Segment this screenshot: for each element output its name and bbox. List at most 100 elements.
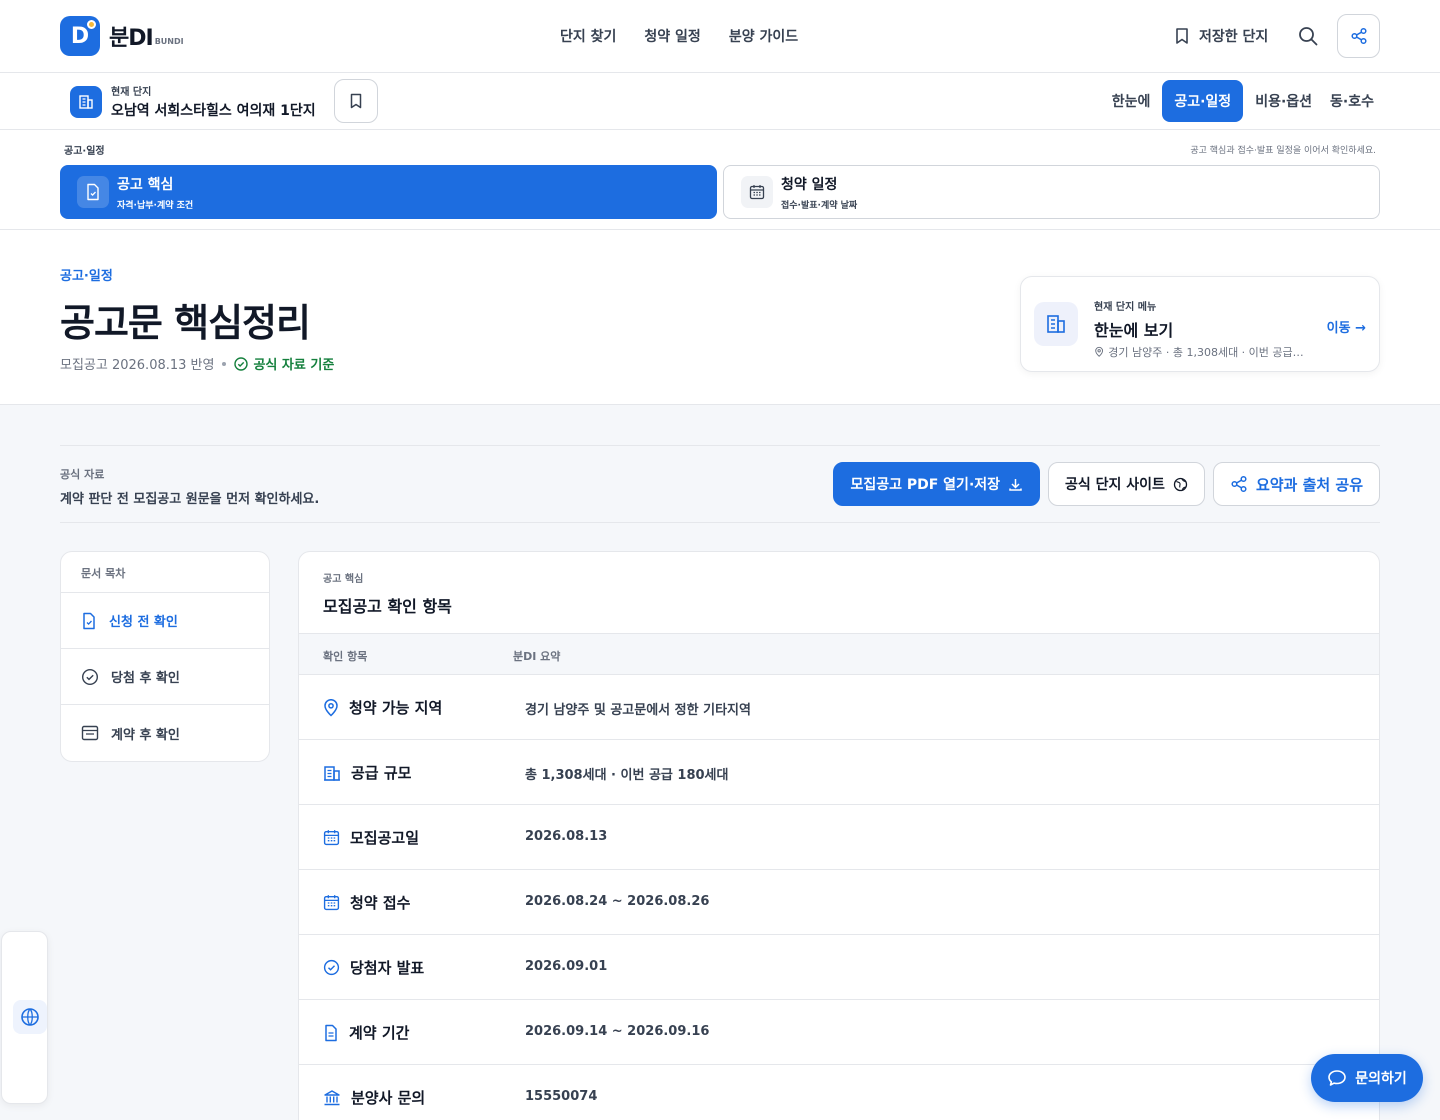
location-pin-icon	[324, 698, 338, 717]
document-icon	[83, 612, 95, 629]
tab-schedule[interactable]: 청약 일정 접수·발표·계약 날짜	[723, 165, 1380, 219]
panel-label: 공고 핵심	[323, 574, 364, 585]
logo-letter: D	[70, 23, 90, 49]
bookmark-icon	[350, 93, 362, 109]
column-header-summary: 분DI 요약	[513, 650, 561, 663]
toc-item-label: 계약 후 확인	[111, 727, 180, 743]
page-meta: 모집공고 2026.08.13 반영 공식 자료 기준	[60, 354, 334, 373]
tab-title: 청약 일정	[781, 176, 838, 193]
subnav-overview[interactable]: 한눈에	[1106, 80, 1157, 122]
share-icon	[1350, 27, 1367, 45]
current-complex[interactable]: 현재 단지 오남역 서희스타힐스 여의재 1단지	[70, 83, 316, 120]
logo-mark: D	[60, 16, 100, 56]
top-bar: D 분DI BUNDI 단지 찾기 청약 일정 분양 가이드 저장한 단지	[0, 0, 1440, 73]
toc-item-after-contract[interactable]: 계약 후 확인	[61, 705, 269, 761]
nav-guide[interactable]: 분양 가이드	[729, 26, 798, 46]
menu-card-location: 경기 남양주 · 총 1,308세대 · 이번 공급 180세대	[1094, 344, 1304, 360]
open-pdf-button[interactable]: 모집공고 PDF 열기·저장	[833, 462, 1041, 506]
row-value: 2026.08.24 ~ 2026.08.26	[525, 894, 710, 909]
share-icon	[1231, 475, 1247, 493]
bookmark-complex-button[interactable]	[334, 79, 378, 123]
check-circle-icon	[323, 959, 340, 976]
document-icon	[325, 1024, 337, 1041]
section-hint: 공고 핵심과 접수·발표 일정을 이어서 확인하세요.	[1190, 146, 1376, 156]
building-icon	[70, 85, 102, 118]
language-button[interactable]	[13, 1000, 47, 1034]
search-button[interactable]	[1296, 24, 1320, 48]
toc-item-before-apply[interactable]: 신청 전 확인	[61, 593, 269, 649]
top-nav: 단지 찾기 청약 일정 분양 가이드	[560, 26, 798, 46]
saved-label: 저장한 단지	[1199, 29, 1269, 45]
table-row: 분양사 문의 15550074	[299, 1065, 1379, 1120]
complex-subnav: 한눈에 공고·일정 비용·옵션 동·호수	[1106, 80, 1380, 122]
official-site-label: 공식 단지 사이트	[1065, 477, 1165, 493]
current-complex-menu-card[interactable]: 현재 단지 메뉴 한눈에 보기 경기 남양주 · 총 1,308세대 · 이번 …	[1020, 276, 1380, 372]
saved-complexes-link[interactable]: 저장한 단지	[1174, 26, 1268, 46]
location-pin-icon	[1095, 346, 1104, 357]
current-complex-name: 오남역 서희스타힐스 여의재 1단지	[111, 103, 316, 119]
tab-subtitle: 자격·납부·계약 조건	[117, 200, 194, 211]
tab-title: 공고 핵심	[117, 176, 174, 193]
row-key: 청약 가능 지역	[349, 699, 443, 717]
logo-sub: BUNDI	[154, 36, 184, 46]
row-value: 15550074	[525, 1089, 598, 1104]
subnav-cost-options[interactable]: 비용·옵션	[1249, 80, 1318, 122]
row-value: 2026.09.14 ~ 2026.09.16	[525, 1024, 710, 1039]
side-floating-toolbar	[1, 931, 48, 1104]
row-value: 2026.09.01	[525, 959, 608, 974]
table-row: 계약 기간 2026.09.14 ~ 2026.09.16	[299, 1000, 1379, 1065]
verified-label: 공식 자료 기준	[253, 358, 335, 373]
notice-summary-panel: 공고 핵심 모집공고 확인 항목 확인 항목 분DI 요약 청약 가능 지역 경…	[298, 551, 1380, 1120]
official-docs: 공식 자료 계약 판단 전 모집공고 원문을 먼저 확인하세요.	[60, 466, 319, 507]
search-icon	[1299, 27, 1318, 46]
menu-card-location-text: 경기 남양주 · 총 1,308세대 · 이번 공급 180세대	[1108, 346, 1304, 359]
toc-header: 문서 목차	[61, 552, 269, 593]
tab-notice-core[interactable]: 공고 핵심 자격·납부·계약 조건	[60, 165, 717, 219]
verified-badge: 공식 자료 기준	[234, 354, 334, 373]
table-row: 모집공고일 2026.08.13	[299, 805, 1379, 870]
subnav-units[interactable]: 동·호수	[1324, 80, 1380, 122]
row-value: 총 1,308세대 · 이번 공급 180세대	[525, 768, 729, 783]
toc-item-label: 신청 전 확인	[109, 615, 178, 630]
check-circle-icon	[81, 668, 99, 685]
share-summary-button[interactable]: 요약과 출처 공유	[1212, 462, 1380, 506]
row-key: 모집공고일	[350, 829, 420, 847]
inquiry-label: 문의하기	[1355, 1071, 1407, 1087]
official-site-button[interactable]: 공식 단지 사이트	[1048, 462, 1205, 506]
share-summary-label: 요약과 출처 공유	[1255, 475, 1363, 494]
bank-icon	[324, 1089, 340, 1105]
share-button[interactable]	[1337, 14, 1380, 58]
document-icon	[77, 176, 109, 208]
row-key: 공급 규모	[351, 764, 412, 782]
logo[interactable]: D 분DI BUNDI	[60, 16, 184, 56]
toc-item-after-win[interactable]: 당첨 후 확인	[61, 649, 269, 705]
building-icon	[324, 765, 340, 781]
document-toc: 문서 목차 신청 전 확인 당첨 후 확인 계약 후 확인	[60, 551, 270, 762]
nav-schedule[interactable]: 청약 일정	[644, 26, 700, 46]
row-key: 청약 접수	[350, 894, 411, 912]
page-eyebrow: 공고·일정	[60, 269, 113, 284]
check-circle-icon	[234, 356, 249, 371]
subnav-notice-schedule[interactable]: 공고·일정	[1162, 80, 1244, 122]
download-icon	[1009, 478, 1022, 491]
bookmark-icon	[1176, 28, 1188, 44]
menu-card-title: 한눈에 보기	[1094, 321, 1174, 340]
page-title: 공고문 핵심정리	[60, 301, 311, 345]
notice-date: 모집공고 2026.08.13 반영	[60, 358, 215, 373]
inquiry-button[interactable]: 문의하기	[1311, 1054, 1423, 1102]
menu-card-go-link[interactable]: 이동 →	[1327, 317, 1366, 336]
calendar-icon	[323, 830, 340, 846]
nav-find-complex[interactable]: 단지 찾기	[560, 26, 616, 46]
section-tabs: 공고·일정 공고 핵심과 접수·발표 일정을 이어서 확인하세요. 공고 핵심 …	[0, 130, 1440, 230]
table-row: 청약 가능 지역 경기 남양주 및 공고문에서 정한 기타지역	[299, 675, 1379, 740]
official-text: 계약 판단 전 모집공고 원문을 먼저 확인하세요.	[60, 492, 320, 507]
panel-title: 모집공고 확인 항목	[323, 597, 452, 616]
official-label: 공식 자료	[60, 468, 105, 481]
official-actions: 모집공고 PDF 열기·저장 공식 단지 사이트 요약과 출처 공유	[833, 462, 1380, 506]
chat-bubble-icon	[1328, 1070, 1347, 1086]
menu-card-label: 현재 단지 메뉴	[1094, 302, 1157, 313]
row-value: 경기 남양주 및 공고문에서 정한 기타지역	[525, 703, 751, 718]
divider	[60, 445, 1380, 446]
page-header: 공고·일정 공고문 핵심정리 모집공고 2026.08.13 반영 공식 자료 …	[0, 230, 1440, 405]
globe-icon	[1173, 477, 1188, 491]
